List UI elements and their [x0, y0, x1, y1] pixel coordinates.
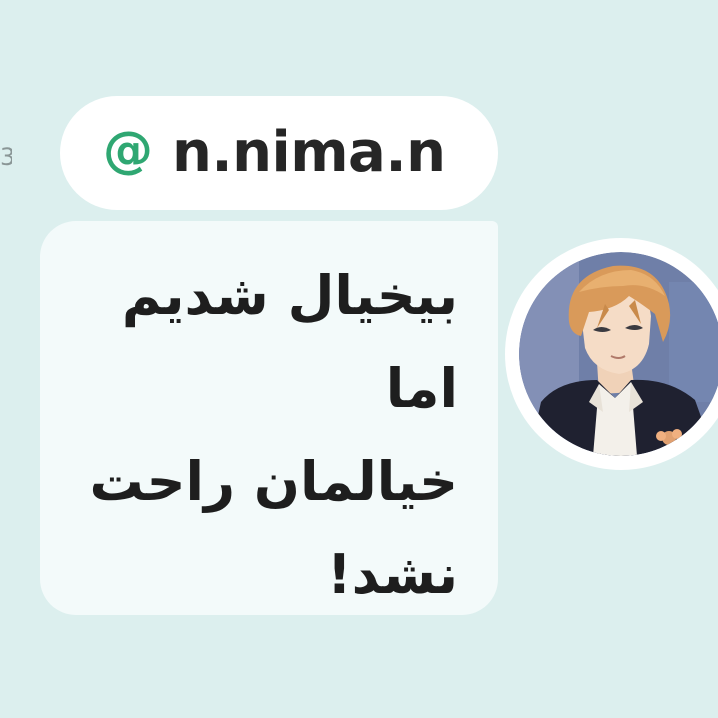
message-line: بیخیال شدیم: [121, 264, 458, 327]
side-text-fragment: 3: [0, 143, 12, 171]
message-line: خیالمان راحت: [89, 450, 458, 513]
anime-boy-avatar-icon: [519, 252, 718, 456]
message-text: بیخیال شدیم اما خیالمان راحت نشد!: [89, 249, 458, 621]
chat-screen: 3 @ n.nima.n بیخیال شدیم اما خیالمان راح…: [0, 0, 718, 718]
username-pill[interactable]: @ n.nima.n: [60, 96, 498, 210]
at-sign-icon: @: [103, 121, 153, 179]
message-line: اما: [385, 357, 458, 420]
message-line: نشد!: [326, 543, 458, 606]
avatar[interactable]: [505, 238, 718, 470]
message-bubble: بیخیال شدیم اما خیالمان راحت نشد!: [40, 221, 498, 615]
username: n.nima.n: [172, 120, 446, 185]
